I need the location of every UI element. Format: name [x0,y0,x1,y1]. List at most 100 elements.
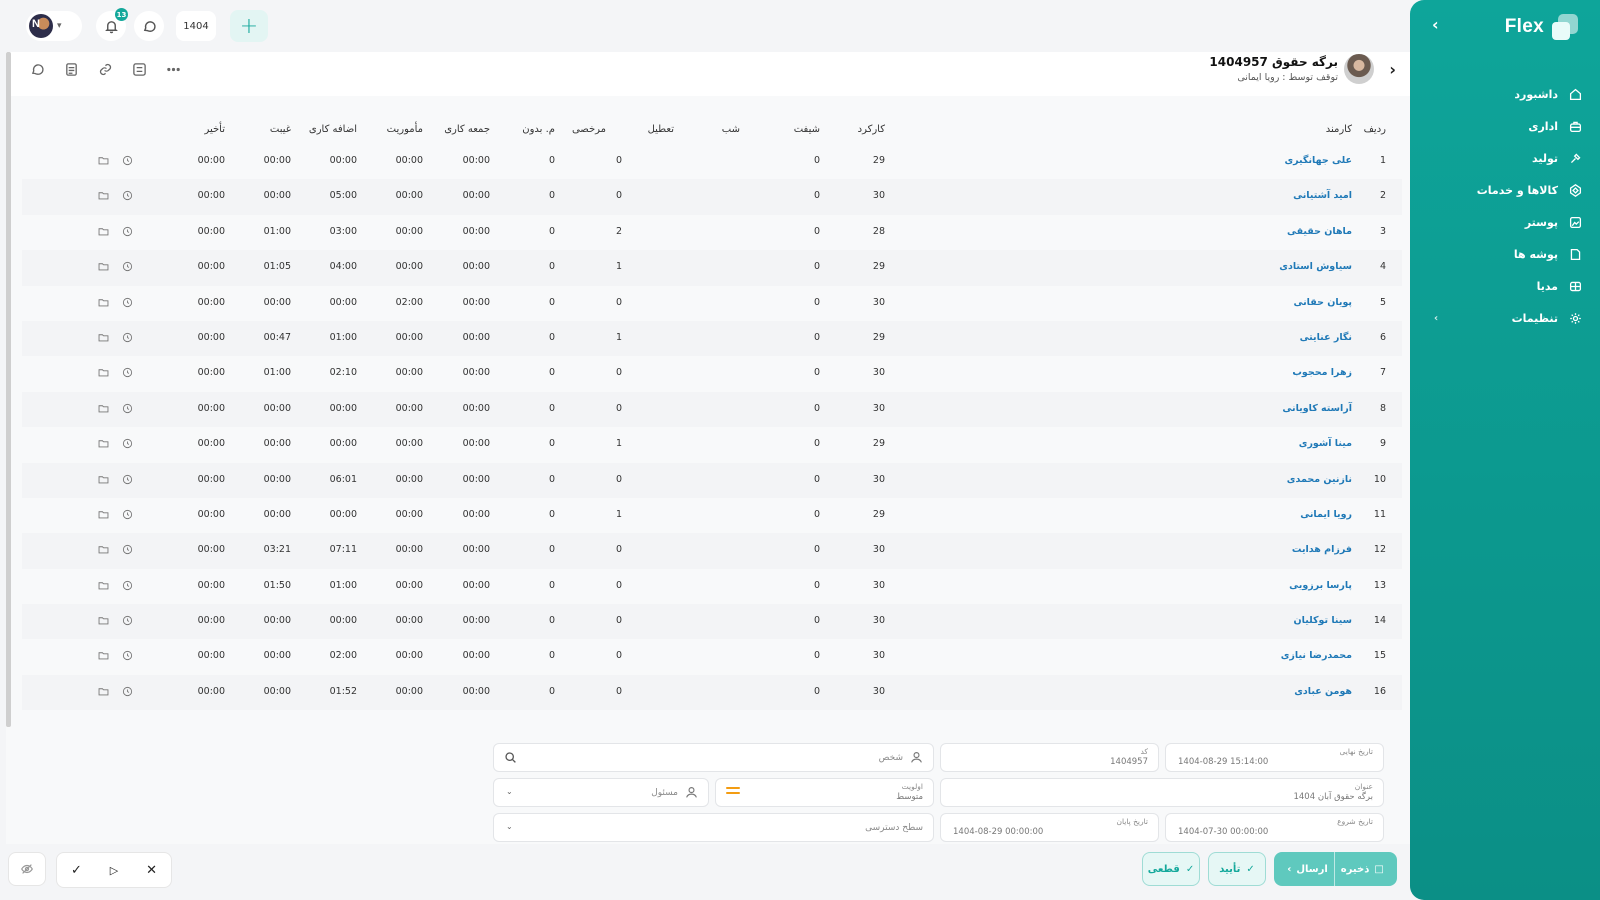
code-field[interactable]: کد 1404957 [940,743,1159,772]
table-row[interactable]: 7 زهرا محجوب 30 0 0 0 00:00 00:00 02:10 01:00 00:0… [22,356,1402,391]
cell-employee-name[interactable]: نگار عنایتی [1300,332,1352,343]
link-icon[interactable] [96,60,114,78]
history-icon[interactable] [122,155,133,169]
more-icon[interactable] [164,60,182,78]
table-row[interactable]: 5 پویان حقانی 30 0 0 0 00:00 02:00 00:00 00:00 00:… [22,286,1402,321]
cell-employee-name[interactable]: آراسته کاویانی [1282,403,1352,414]
finalize-button[interactable]: قطعی ✓ [1142,852,1200,886]
add-button[interactable]: + [230,10,268,42]
history-icon[interactable] [122,403,133,417]
cell-employee-name[interactable]: سیاوش استادی [1279,261,1352,272]
sidebar-item-folders[interactable]: پوشه ها [1422,238,1582,270]
history-icon[interactable] [122,686,133,700]
cell-employee-name[interactable]: علی جهانگیری [1284,155,1352,166]
history-icon[interactable] [122,261,133,275]
sidebar-item-media[interactable]: مدیا [1422,270,1582,302]
app-logo[interactable]: Flex [1505,14,1578,40]
cell-employee-name[interactable]: فرزام هدایت [1292,544,1352,555]
sidebar-item-dashboard[interactable]: داشبورد [1422,78,1582,110]
save-button[interactable]: ذخیره □ [1341,864,1384,875]
history-icon[interactable] [122,650,133,664]
sidebar-item-products[interactable]: کالاها و خدمات [1422,174,1582,206]
table-row[interactable]: 10 نازنین محمدی 30 0 0 0 00:00 00:00 06:01 00:00 0… [22,462,1402,498]
cell-employee-name[interactable]: محمدرضا نیازی [1281,650,1352,661]
cell-employee-name[interactable]: نازنین محمدی [1287,474,1352,485]
fiscal-year-selector[interactable]: 1404 [176,11,216,41]
confirm-button[interactable]: تأیید ✓ [1208,852,1266,886]
scrollbar[interactable] [6,52,11,727]
chat-icon[interactable] [28,60,46,78]
table-row[interactable]: 11 رویا ایمانی 29 0 1 0 00:00 00:00 00:00 00:00 00… [22,498,1402,533]
table-row[interactable]: 8 آراسته کاویانی 30 0 0 0 00:00 00:00 00:00 00:00… [22,391,1402,428]
folder-icon[interactable] [98,367,109,381]
history-icon[interactable] [122,474,133,488]
back-chevron-icon[interactable]: › [1389,60,1396,79]
history-icon[interactable] [122,580,133,594]
person-search-field[interactable]: شخص [493,743,934,772]
sidebar-item-settings[interactable]: ‹ تنظیمات [1422,302,1582,334]
history-icon[interactable] [122,332,133,346]
folder-icon[interactable] [98,615,109,629]
folder-icon[interactable] [98,686,109,700]
send-button[interactable]: ‹ ارسال [1287,864,1328,875]
cell-employee-name[interactable]: سینا توکلیان [1294,615,1352,626]
folder-icon[interactable] [98,544,109,558]
cell-employee-name[interactable]: پویان حقانی [1293,297,1352,308]
folder-icon[interactable] [98,509,109,523]
history-icon[interactable] [122,615,133,629]
table-row[interactable]: 14 سینا توکلیان 30 0 0 0 00:00 00:00 00:00 00:00 0… [22,604,1402,640]
cell-employee-name[interactable]: زهرا محجوب [1292,367,1352,378]
notifications-button[interactable]: 13 [96,8,128,41]
table-row[interactable]: 6 نگار عنایتی 29 0 1 0 00:00 00:00 01:00 00:47 00:… [22,320,1402,357]
start-date-field[interactable]: تاریخ شروع 1404-07-30 00:00:00 [1165,813,1384,842]
table-row[interactable]: 13 پارسا برزویی 30 0 0 0 00:00 00:00 01:00 01:50 0… [22,569,1402,604]
table-row[interactable]: 12 فرزام هدایت 30 0 0 0 00:00 00:00 07:11 03:21 00… [22,533,1402,569]
folder-icon[interactable] [98,155,109,169]
table-row[interactable]: 9 مینا آشوری 29 0 1 0 00:00 00:00 00:00 00:00 00:0… [22,427,1402,462]
table-row[interactable]: 4 سیاوش استادی 29 0 1 0 00:00 00:00 04:00 01:05 00… [22,250,1402,286]
search-icon[interactable] [504,751,517,767]
history-icon[interactable] [122,297,133,311]
history-icon[interactable] [122,226,133,240]
sidebar-item-production[interactable]: تولید [1422,142,1582,174]
folder-icon[interactable] [98,474,109,488]
play-icon[interactable]: ▷ [110,864,118,877]
folder-icon[interactable] [98,332,109,346]
check-icon[interactable]: ✓ [71,863,82,878]
sidebar-item-office[interactable]: اداری [1422,110,1582,142]
folder-icon[interactable] [98,226,109,240]
close-icon[interactable]: ✕ [146,863,157,878]
cell-employee-name[interactable]: مینا آشوری [1299,438,1352,449]
table-row[interactable]: 3 ماهان حقیقی 28 0 2 0 00:00 00:00 03:00 01:00 00:… [22,215,1402,250]
chat-button[interactable] [134,11,164,41]
history-icon[interactable] [122,190,133,204]
sidebar-collapse-chevron-icon[interactable]: ‹ [1432,15,1439,34]
table-row[interactable]: 1 علی جهانگیری 29 0 0 0 00:00 00:00 00:00 00:00 00… [22,144,1402,179]
folder-icon[interactable] [98,261,109,275]
cell-employee-name[interactable]: امید آشتیانی [1293,190,1352,201]
folder-icon[interactable] [98,580,109,594]
cell-employee-name[interactable]: رویا ایمانی [1300,509,1352,520]
cell-employee-name[interactable]: هومن عبادی [1294,686,1352,697]
folder-icon[interactable] [98,438,109,452]
cell-employee-name[interactable]: پارسا برزویی [1289,580,1352,591]
table-row[interactable]: 15 محمدرضا نیازی 30 0 0 0 00:00 00:00 02:00 00:00… [22,639,1402,674]
access-level-field[interactable]: سطح دسترسی ⌄ [493,813,934,842]
table-row[interactable]: 2 امید آشتیانی 30 0 0 0 00:00 00:00 05:00 00:00 00… [22,179,1402,215]
folder-icon[interactable] [98,403,109,417]
history-icon[interactable] [122,509,133,523]
responsible-field[interactable]: مسئول ⌄ [493,778,709,807]
checklist-icon[interactable] [130,60,148,78]
hide-button[interactable] [8,852,46,886]
end-date-field[interactable]: تاریخ پایان 1404-08-29 00:00:00 [940,813,1159,842]
table-row[interactable]: 16 هومن عبادی 30 0 0 0 00:00 00:00 01:52 00:00 00:… [22,674,1402,711]
title-field[interactable]: عنوان برگه حقوق آبان 1404 [940,778,1384,807]
history-icon[interactable] [122,544,133,558]
due-date-field[interactable]: تاریخ نهایی 1404-08-29 15:14:00 [1165,743,1384,772]
history-icon[interactable] [122,367,133,381]
cell-employee-name[interactable]: ماهان حقیقی [1287,226,1352,237]
folder-icon[interactable] [98,190,109,204]
folder-icon[interactable] [98,297,109,311]
sidebar-item-poster[interactable]: پوستر [1422,206,1582,238]
priority-field[interactable]: اولویت متوسط [715,778,934,807]
